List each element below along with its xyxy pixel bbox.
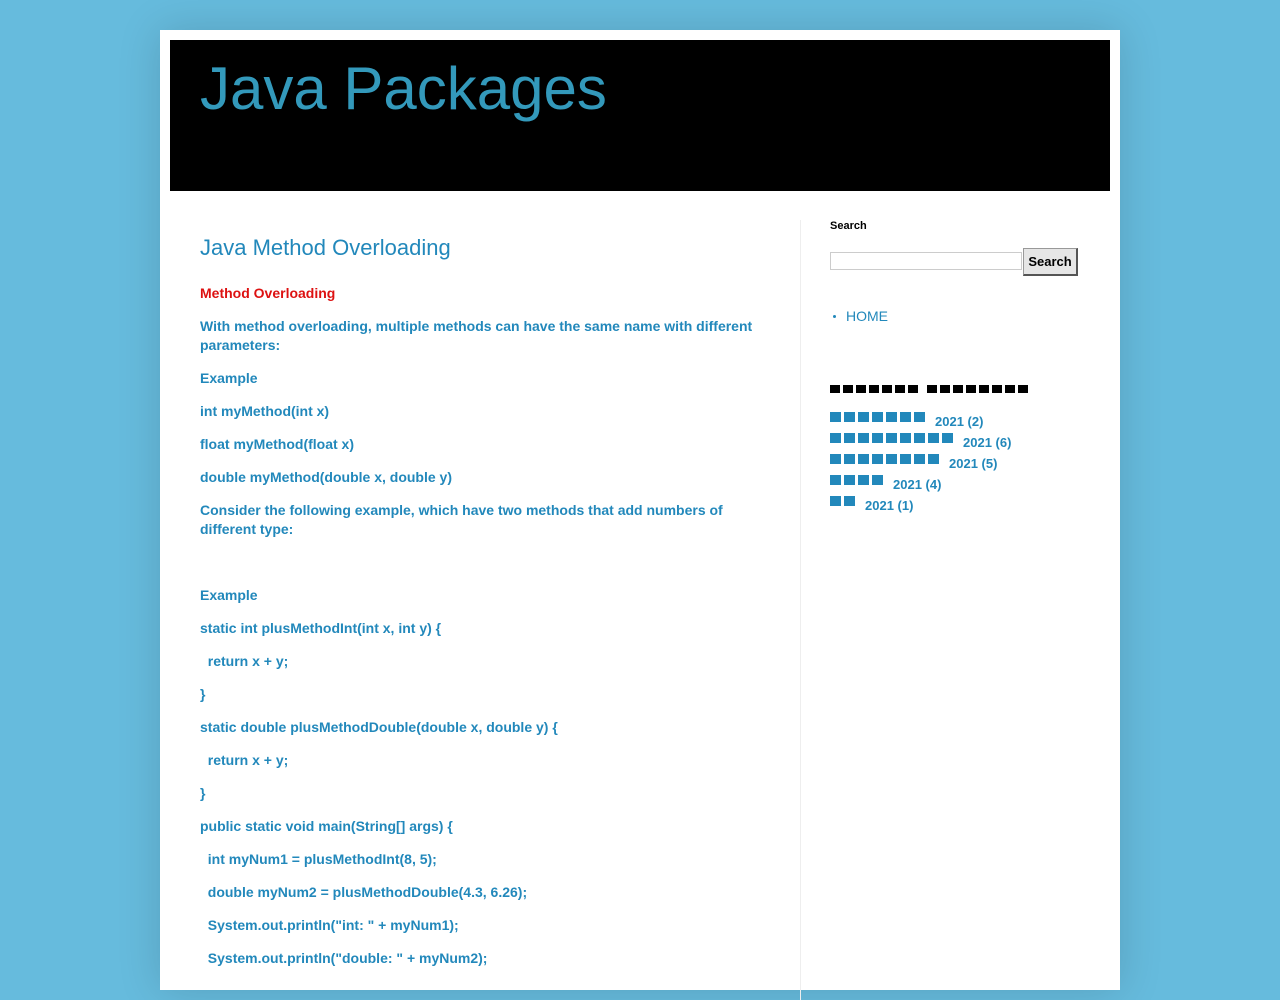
post-paragraph: return x + y; <box>200 752 289 768</box>
search-widget-title: Search <box>830 220 867 232</box>
missing-glyph-icon <box>900 433 911 443</box>
bullet-icon <box>833 315 836 318</box>
archive-list: 2021 (2) 2021 (6) 2021 (5) 2021 (4) 2021 (1) <box>830 412 1011 517</box>
post-paragraph: Example <box>200 370 258 386</box>
missing-glyph-icon <box>858 412 869 422</box>
missing-glyph-icon <box>830 385 840 393</box>
archive-item[interactable]: 2021 (4) <box>830 475 1011 496</box>
missing-glyph-icon <box>914 412 925 422</box>
pages-list: HOME <box>830 306 888 326</box>
missing-glyph-icon <box>830 433 841 443</box>
missing-glyph-icon <box>886 412 897 422</box>
post-paragraph: int myNum1 = plusMethodInt(8, 5); <box>200 851 437 867</box>
post-paragraph: With method overloading, multiple method… <box>200 318 757 353</box>
archive-item-label: 2021 (1) <box>865 498 914 513</box>
missing-glyph-icon <box>830 475 841 485</box>
archive-item[interactable]: 2021 (1) <box>830 496 1011 517</box>
archive-month-glyphs <box>830 454 939 464</box>
missing-glyph-icon <box>858 475 869 485</box>
column-divider <box>800 220 801 1000</box>
missing-glyph-icon <box>940 385 950 393</box>
archive-widget-title <box>830 385 1028 393</box>
archive-item[interactable]: 2021 (5) <box>830 454 1011 475</box>
missing-glyph-icon <box>844 496 855 506</box>
search-input[interactable] <box>830 252 1022 270</box>
missing-glyph-icon <box>942 433 953 443</box>
missing-glyph-icon <box>966 385 976 393</box>
archive-item[interactable]: 2021 (2) <box>830 412 1011 433</box>
post-paragraph: static int plusMethodInt(int x, int y) { <box>200 620 442 636</box>
post-paragraph: float myMethod(float x) <box>200 436 354 452</box>
missing-glyph-icon <box>1005 385 1015 393</box>
post-body: Method Overloading With method overloadin… <box>200 284 770 968</box>
missing-glyph-icon <box>858 433 869 443</box>
missing-glyph-icon <box>928 433 939 443</box>
archive-month-glyphs <box>830 496 855 506</box>
missing-glyph-icon <box>858 454 869 464</box>
missing-glyph-icon <box>886 433 897 443</box>
missing-glyph-icon <box>830 454 841 464</box>
missing-glyph-icon <box>953 385 963 393</box>
archive-month-glyphs <box>830 412 925 422</box>
missing-glyph-icon <box>872 454 883 464</box>
missing-glyph-icon <box>927 385 937 393</box>
post-paragraph: } <box>200 785 206 801</box>
missing-glyph-icon <box>992 385 1002 393</box>
archive-month-glyphs <box>830 433 953 443</box>
missing-glyph-icon <box>900 454 911 464</box>
blog-header: Java Packages <box>170 40 1110 191</box>
blog-title[interactable]: Java Packages <box>200 54 607 123</box>
page-container: Java Packages Java Method Overloading Me… <box>160 30 1120 1000</box>
missing-glyph-icon <box>979 385 989 393</box>
missing-glyph-icon <box>872 475 883 485</box>
missing-glyph-icon <box>914 433 925 443</box>
archive-item-label: 2021 (4) <box>893 477 942 492</box>
missing-glyph-icon <box>844 454 855 464</box>
post-paragraph: } <box>200 686 206 702</box>
missing-glyph-icon <box>830 412 841 422</box>
missing-glyph-icon <box>872 412 883 422</box>
missing-glyph-icon <box>844 433 855 443</box>
missing-glyph-icon <box>844 475 855 485</box>
post-paragraph: double myMethod(double x, double y) <box>200 469 452 485</box>
post-paragraph: static double plusMethodDouble(double x,… <box>200 719 558 735</box>
missing-glyph-icon <box>869 385 879 393</box>
missing-glyph-icon <box>856 385 866 393</box>
page-link-home[interactable]: HOME <box>830 306 888 326</box>
post-paragraph: System.out.println("double: " + myNum2); <box>200 950 488 966</box>
post-paragraph: Example <box>200 587 258 603</box>
post-paragraph <box>200 553 770 572</box>
missing-glyph-icon <box>928 454 939 464</box>
missing-glyph-icon <box>844 412 855 422</box>
post-paragraph: double myNum2 = plusMethodDouble(4.3, 6.… <box>200 884 528 900</box>
search-button[interactable]: Search <box>1023 248 1078 276</box>
missing-glyph-icon <box>900 412 911 422</box>
post-paragraph: int myMethod(int x) <box>200 403 330 419</box>
missing-glyph-icon <box>830 496 841 506</box>
archive-item-label: 2021 (6) <box>963 435 1012 450</box>
post-paragraph: System.out.println("int: " + myNum1); <box>200 917 459 933</box>
page-link-label: HOME <box>846 308 888 324</box>
post-title[interactable]: Java Method Overloading <box>200 230 770 266</box>
missing-glyph-icon <box>895 385 905 393</box>
main-column: Java Method Overloading Method Overloadi… <box>200 230 770 982</box>
archive-month-glyphs <box>830 475 883 485</box>
search-form: Search <box>830 248 1090 276</box>
archive-item[interactable]: 2021 (6) <box>830 433 1011 454</box>
missing-glyph-icon <box>914 454 925 464</box>
missing-glyph-icon <box>908 385 918 393</box>
archive-item-label: 2021 (5) <box>949 456 998 471</box>
archive-item-label: 2021 (2) <box>935 414 984 429</box>
post-paragraph: Consider the following example, which ha… <box>200 502 727 537</box>
post-paragraph: return x + y; <box>200 653 289 669</box>
missing-glyph-icon <box>872 433 883 443</box>
missing-glyph-icon <box>843 385 853 393</box>
post-paragraph: public static void main(String[] args) { <box>200 818 453 834</box>
missing-glyph-icon <box>1018 385 1028 393</box>
missing-glyph-icon <box>882 385 892 393</box>
post-paragraph: Method Overloading <box>200 285 336 301</box>
missing-glyph-icon <box>886 454 897 464</box>
